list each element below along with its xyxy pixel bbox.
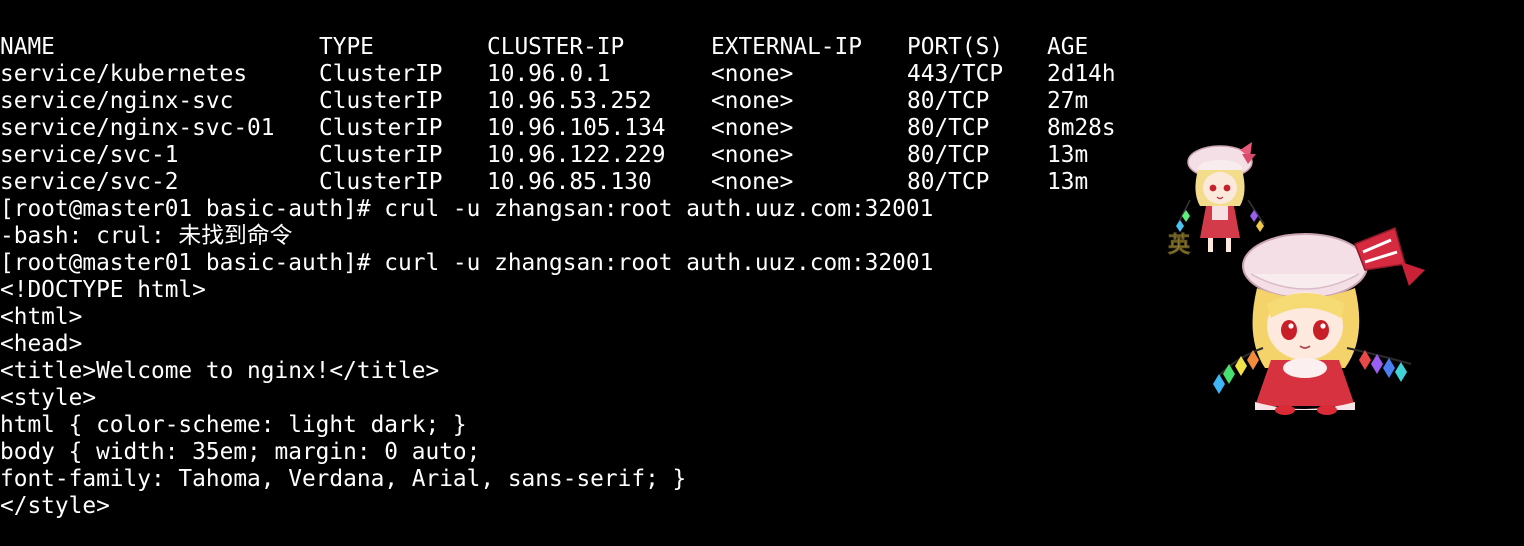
anime-character-pet-icon[interactable]: [1205, 218, 1435, 418]
service-external-ip: <none>: [711, 142, 794, 168]
service-external-ip: <none>: [711, 169, 794, 195]
previous-line-age: 17m: [1047, 0, 1088, 13]
output-line: font-family: Tahoma, Verdana, Arial, san…: [0, 466, 687, 492]
service-external-ip: <none>: [711, 115, 794, 141]
previous-line-host: www.uuz.com: [487, 0, 638, 13]
service-cluster-ip: 10.96.105.134: [487, 115, 666, 141]
language-badge: 英: [1168, 233, 1191, 258]
service-age: 13m: [1047, 142, 1089, 168]
service-cluster-ip: 10.96.85.130: [487, 169, 652, 195]
header-type: TYPE: [319, 34, 374, 60]
services-table-header: NAME TYPE CLUSTER-IP EXTERNAL-IP PORT(S)…: [0, 34, 1088, 61]
shell-prompt-line: [root@master01 basic-auth]# crul -u zhan…: [0, 196, 934, 222]
shell-prompt-line: [root@master01 basic-auth]# curl -u zhan…: [0, 250, 934, 276]
service-name: service/nginx-svc: [0, 88, 234, 114]
service-age: 13m: [1047, 169, 1089, 195]
previous-line-address: 10.96.111.157: [711, 0, 889, 13]
error-message-line: -bash: crul: 未找到命令: [0, 223, 293, 249]
service-ports: 443/TCP: [907, 61, 1004, 87]
header-age: AGE: [1047, 34, 1089, 60]
service-type: ClusterIP: [319, 88, 443, 114]
service-cluster-ip: 10.96.122.229: [487, 142, 666, 168]
output-line: <!DOCTYPE html>: [0, 277, 206, 303]
service-name: service/kubernetes: [0, 61, 248, 87]
header-ports: PORT(S): [907, 34, 1004, 60]
previous-line-name: ingress.networking.k8s.io/nginx-test: [0, 0, 494, 13]
service-type: ClusterIP: [319, 142, 443, 168]
output-line: </style>: [0, 493, 110, 519]
previous-output-line: ingress.networking.k8s.io/nginx-test non…: [0, 0, 55, 13]
output-line: <head>: [0, 331, 83, 357]
output-line: html { color-scheme: light dark; }: [0, 412, 467, 438]
service-external-ip: <none>: [711, 61, 794, 87]
table-row: service/kubernetes ClusterIP 10.96.0.1 <…: [0, 61, 1116, 88]
table-row: service/svc-1 ClusterIP 10.96.122.229 <n…: [0, 142, 1088, 169]
header-external-ip: EXTERNAL-IP: [711, 34, 862, 60]
service-ports: 80/TCP: [907, 88, 990, 114]
service-age: 8m28s: [1047, 115, 1116, 141]
output-line: <style>: [0, 385, 97, 411]
service-cluster-ip: 10.96.53.252: [487, 88, 652, 114]
table-row: service/nginx-svc-01 ClusterIP 10.96.105…: [0, 115, 1116, 142]
service-age: 27m: [1047, 88, 1089, 114]
previous-line-port: 80: [907, 0, 934, 13]
service-type: ClusterIP: [319, 169, 443, 195]
service-cluster-ip: 10.96.0.1: [487, 61, 611, 87]
service-ports: 80/TCP: [907, 169, 990, 195]
service-ports: 80/TCP: [907, 115, 990, 141]
service-type: ClusterIP: [319, 61, 443, 87]
table-row: service/svc-2 ClusterIP 10.96.85.130 <no…: [0, 169, 1088, 196]
service-name: service/svc-1: [0, 142, 179, 168]
output-line: <html>: [0, 304, 83, 330]
service-age: 2d14h: [1047, 61, 1116, 87]
service-name: service/nginx-svc-01: [0, 115, 275, 141]
output-line: <title>Welcome to nginx!</title>: [0, 358, 440, 384]
service-ports: 80/TCP: [907, 142, 990, 168]
header-name: NAME: [0, 34, 55, 60]
service-type: ClusterIP: [319, 115, 443, 141]
service-name: service/svc-2: [0, 169, 179, 195]
header-cluster-ip: CLUSTER-IP: [487, 34, 625, 60]
output-line: body { width: 35em; margin: 0 auto;: [0, 439, 481, 465]
previous-line-type: none: [319, 0, 374, 13]
service-external-ip: <none>: [711, 88, 794, 114]
table-row: service/nginx-svc ClusterIP 10.96.53.252…: [0, 88, 1088, 115]
